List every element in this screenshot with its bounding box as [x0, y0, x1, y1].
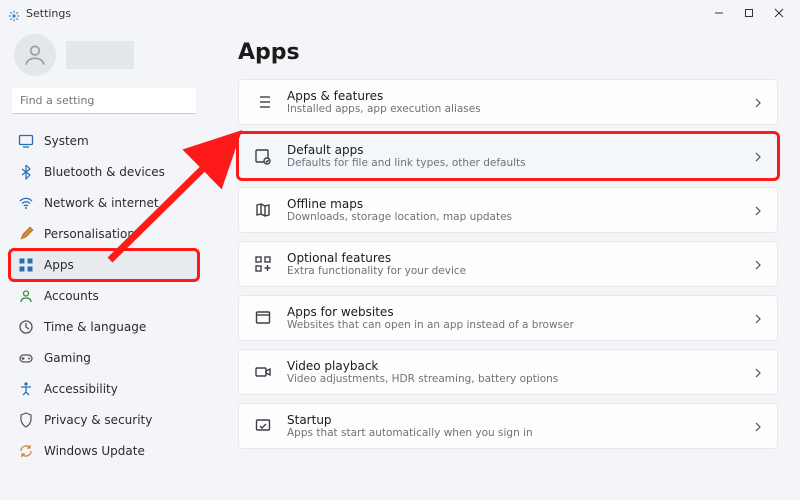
titlebar-title: Settings: [26, 7, 71, 20]
chevron-right-icon: [753, 417, 763, 436]
sidebar-item-personalisation[interactable]: Personalisation: [10, 219, 198, 249]
sidebar-item-windows-update[interactable]: Windows Update: [10, 436, 198, 466]
sidebar-item-bluetooth[interactable]: Bluetooth & devices: [10, 157, 198, 187]
system-icon: [18, 133, 34, 149]
card-text: Offline maps Downloads, storage location…: [287, 197, 512, 224]
sidebar-item-label: Bluetooth & devices: [44, 165, 165, 179]
bluetooth-icon: [18, 164, 34, 180]
maximize-button[interactable]: [734, 2, 764, 24]
search-input[interactable]: [12, 88, 196, 114]
chevron-right-icon: [753, 201, 763, 220]
clock-icon: [18, 319, 34, 335]
video-icon: [253, 362, 273, 382]
settings-window: Settings System: [0, 0, 800, 500]
sidebar-item-label: Apps: [44, 258, 74, 272]
card-text: Apps for websites Websites that can open…: [287, 305, 574, 332]
card-title: Startup: [287, 413, 533, 427]
wifi-icon: [18, 195, 34, 211]
sidebar-item-label: Time & language: [44, 320, 146, 334]
card-sub: Websites that can open in an app instead…: [287, 319, 574, 332]
card-text: Apps & features Installed apps, app exec…: [287, 89, 481, 116]
chevron-right-icon: [753, 93, 763, 112]
sidebar-item-apps[interactable]: Apps: [10, 250, 198, 280]
card-title: Offline maps: [287, 197, 512, 211]
sidebar-item-accounts[interactable]: Accounts: [10, 281, 198, 311]
card-video-playback[interactable]: Video playback Video adjustments, HDR st…: [238, 349, 778, 395]
sidebar-item-network[interactable]: Network & internet: [10, 188, 198, 218]
sidebar-item-label: Personalisation: [44, 227, 135, 241]
nav: System Bluetooth & devices Network & int…: [10, 126, 198, 466]
cards-list: Apps & features Installed apps, app exec…: [238, 79, 778, 449]
card-offline-maps[interactable]: Offline maps Downloads, storage location…: [238, 187, 778, 233]
sidebar-item-privacy[interactable]: Privacy & security: [10, 405, 198, 435]
card-text: Video playback Video adjustments, HDR st…: [287, 359, 558, 386]
chevron-right-icon: [753, 363, 763, 382]
accessibility-icon: [18, 381, 34, 397]
card-sub: Video adjustments, HDR streaming, batter…: [287, 373, 558, 386]
gaming-icon: [18, 350, 34, 366]
card-sub: Apps that start automatically when you s…: [287, 427, 533, 440]
card-text: Default apps Defaults for file and link …: [287, 143, 526, 170]
optional-features-icon: [253, 254, 273, 274]
card-text: Startup Apps that start automatically wh…: [287, 413, 533, 440]
minimize-button[interactable]: [704, 2, 734, 24]
websites-icon: [253, 308, 273, 328]
card-sub: Defaults for file and link types, other …: [287, 157, 526, 170]
chevron-right-icon: [753, 255, 763, 274]
accounts-icon: [18, 288, 34, 304]
map-icon: [253, 200, 273, 220]
brush-icon: [18, 226, 34, 242]
card-default-apps[interactable]: Default apps Defaults for file and link …: [238, 133, 778, 179]
card-title: Apps for websites: [287, 305, 574, 319]
sidebar-item-label: Accessibility: [44, 382, 118, 396]
sidebar-item-time-language[interactable]: Time & language: [10, 312, 198, 342]
card-startup[interactable]: Startup Apps that start automatically wh…: [238, 403, 778, 449]
shield-icon: [18, 412, 34, 428]
list-icon: [253, 92, 273, 112]
card-title: Apps & features: [287, 89, 481, 103]
card-sub: Downloads, storage location, map updates: [287, 211, 512, 224]
sidebar: System Bluetooth & devices Network & int…: [0, 26, 208, 500]
card-apps-features[interactable]: Apps & features Installed apps, app exec…: [238, 79, 778, 125]
user-row[interactable]: [10, 30, 198, 86]
card-apps-websites[interactable]: Apps for websites Websites that can open…: [238, 295, 778, 341]
content-body: System Bluetooth & devices Network & int…: [0, 26, 800, 500]
update-icon: [18, 443, 34, 459]
sidebar-item-label: Windows Update: [44, 444, 145, 458]
titlebar: Settings: [0, 0, 800, 26]
chevron-right-icon: [753, 147, 763, 166]
apps-icon: [18, 257, 34, 273]
main: Apps Apps & features Installed apps, app…: [208, 26, 800, 500]
card-sub: Installed apps, app execution aliases: [287, 103, 481, 116]
card-title: Default apps: [287, 143, 526, 157]
sidebar-item-label: Accounts: [44, 289, 99, 303]
titlebar-left: Settings: [8, 7, 71, 20]
card-text: Optional features Extra functionality fo…: [287, 251, 466, 278]
search-box[interactable]: [12, 88, 196, 114]
startup-icon: [253, 416, 273, 436]
sidebar-item-label: Privacy & security: [44, 413, 152, 427]
page-title: Apps: [238, 40, 778, 65]
window-controls: [704, 2, 794, 24]
sidebar-item-accessibility[interactable]: Accessibility: [10, 374, 198, 404]
user-name-placeholder: [66, 41, 134, 69]
close-button[interactable]: [764, 2, 794, 24]
card-sub: Extra functionality for your device: [287, 265, 466, 278]
card-optional-features[interactable]: Optional features Extra functionality fo…: [238, 241, 778, 287]
chevron-right-icon: [753, 309, 763, 328]
sidebar-item-gaming[interactable]: Gaming: [10, 343, 198, 373]
sidebar-item-label: System: [44, 134, 89, 148]
sidebar-item-label: Network & internet: [44, 196, 159, 210]
avatar: [14, 34, 56, 76]
settings-app-icon: [8, 7, 20, 19]
card-title: Optional features: [287, 251, 466, 265]
default-apps-icon: [253, 146, 273, 166]
sidebar-item-system[interactable]: System: [10, 126, 198, 156]
card-title: Video playback: [287, 359, 558, 373]
sidebar-item-label: Gaming: [44, 351, 91, 365]
